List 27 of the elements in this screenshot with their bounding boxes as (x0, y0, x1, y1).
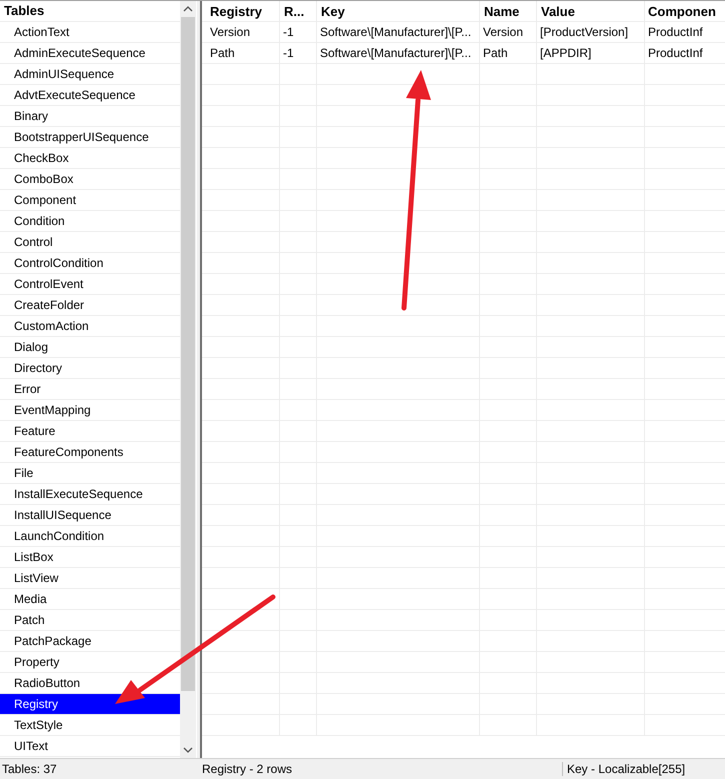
column-header[interactable]: Componen (644, 1, 725, 22)
column-header[interactable]: Key (316, 1, 480, 22)
table-cell: Version (202, 22, 280, 42)
scroll-down-icon[interactable] (183, 747, 193, 753)
table-cell: -1 (280, 42, 316, 64)
scroll-up-icon[interactable] (183, 6, 193, 12)
column-header[interactable]: Registry (202, 1, 280, 22)
status-text: Tables: 37 (1, 762, 58, 776)
table-cell: [ProductVersion] (536, 22, 644, 42)
scrollbar[interactable] (180, 1, 196, 758)
table-cell: Software\[Manufacturer]\[P... (316, 22, 480, 42)
table-cell: Path (202, 42, 280, 64)
status-text: Registry - 2 rows (202, 762, 294, 776)
table-cell: ProductInf (644, 42, 725, 64)
table-cell: [APPDIR] (536, 42, 644, 64)
table-list-item[interactable]: Property (0, 652, 180, 673)
column-header[interactable]: Value (536, 1, 644, 22)
table-cell: Version (480, 22, 536, 42)
table-list-item[interactable]: Registry (0, 694, 180, 715)
scroll-thumb[interactable] (181, 17, 195, 692)
column-header[interactable]: Name (480, 1, 536, 22)
status-text: Key - Localizable[255] (562, 762, 725, 776)
table-cell: Path (480, 42, 536, 64)
column-header[interactable]: R... (280, 1, 316, 22)
table-cell: -1 (280, 22, 316, 42)
table-cell: ProductInf (644, 22, 725, 42)
table-cell: Software\[Manufacturer]\[P... (316, 42, 480, 64)
